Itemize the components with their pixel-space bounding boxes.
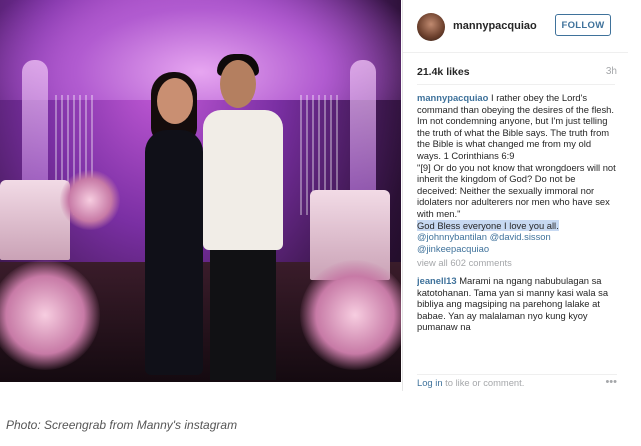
- flower-arrangement: [60, 170, 120, 230]
- view-all-comments-link[interactable]: view all 602 comments: [417, 257, 617, 269]
- tent-canopy: [0, 0, 401, 100]
- draped-table: [0, 180, 70, 260]
- man-face: [220, 60, 256, 108]
- login-prompt: Log in to like or comment.: [417, 377, 524, 388]
- mention-link[interactable]: @jinkeepacquiao: [417, 243, 489, 254]
- caption-blessing: God Bless everyone I love you all.: [417, 219, 559, 231]
- post-photo[interactable]: [0, 0, 401, 382]
- avatar[interactable]: [417, 13, 445, 41]
- comments-list[interactable]: mannypacquiao I rather obey the Lord's c…: [417, 92, 617, 376]
- more-dots-icon[interactable]: •••: [605, 376, 617, 388]
- flower-arrangement: [300, 260, 401, 370]
- woman-dress: [145, 130, 203, 375]
- login-link[interactable]: Log in: [417, 377, 443, 388]
- login-prompt-text: to like or comment.: [445, 377, 525, 388]
- caption-verse: "[9] Or do you not know that wrongdoers …: [417, 161, 616, 219]
- post-stats: 21.4k likes 3h: [417, 66, 617, 80]
- divider: [417, 84, 615, 85]
- instagram-embed: mannypacquiao FOLLOW 21.4k likes 3h mann…: [0, 0, 628, 391]
- mention-link[interactable]: @johnnybantilan: [417, 231, 487, 242]
- likes-count[interactable]: 21.4k likes: [417, 66, 470, 78]
- post-side-panel: mannypacquiao FOLLOW 21.4k likes 3h mann…: [402, 0, 628, 391]
- follow-button[interactable]: FOLLOW: [555, 14, 611, 36]
- caption-username[interactable]: mannypacquiao: [417, 92, 488, 103]
- post-time[interactable]: 3h: [606, 66, 617, 77]
- username[interactable]: mannypacquiao: [453, 20, 537, 32]
- woman-face: [157, 78, 193, 124]
- photo-credit: Photo: Screengrab from Manny's instagram: [6, 418, 238, 432]
- comment-username[interactable]: jeanell13: [417, 275, 457, 286]
- caption: mannypacquiao I rather obey the Lord's c…: [417, 92, 617, 254]
- man-pants: [210, 245, 276, 380]
- comment: jeanell13 Marami na ngang nabubulagan sa…: [417, 275, 617, 333]
- post-footer: Log in to like or comment. •••: [417, 374, 617, 389]
- post-header: mannypacquiao FOLLOW: [403, 0, 628, 53]
- man-shirt: [203, 110, 283, 250]
- mention-link[interactable]: @david.sisson: [490, 231, 551, 242]
